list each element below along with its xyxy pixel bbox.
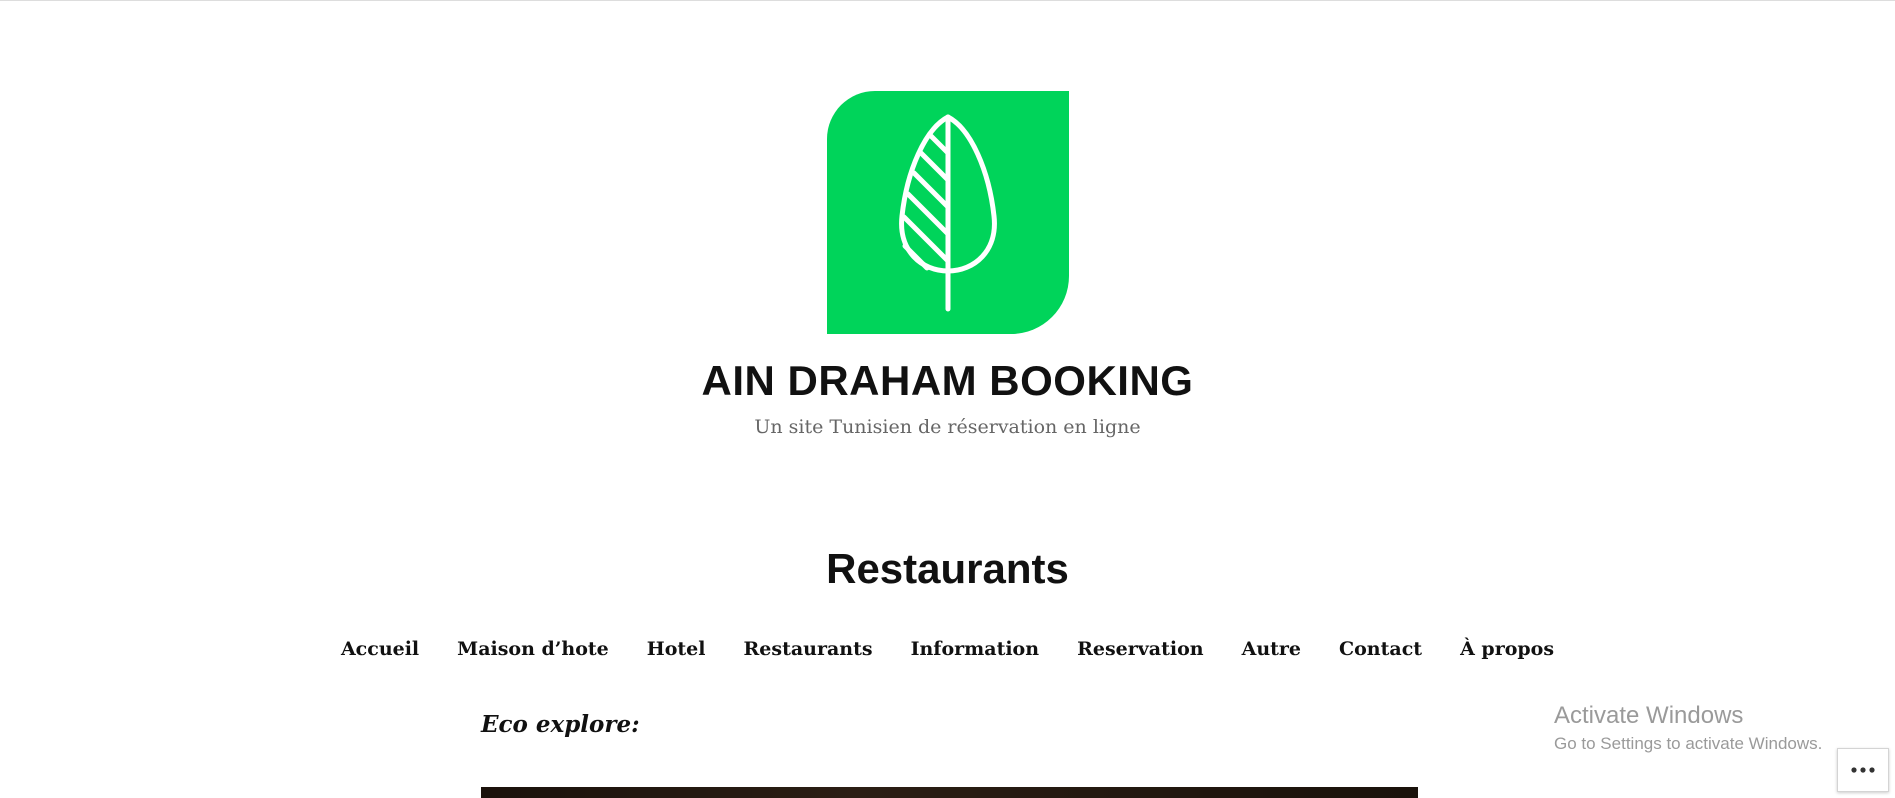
- nav-item-information[interactable]: Information: [911, 633, 1039, 665]
- windows-activation-watermark: Activate Windows Go to Settings to activ…: [1554, 700, 1822, 756]
- site-logo[interactable]: [827, 91, 1069, 334]
- site-tagline: Un site Tunisien de réservation en ligne: [754, 416, 1141, 438]
- nav-item-a-propos[interactable]: À propos: [1460, 633, 1554, 665]
- watermark-subtitle: Go to Settings to activate Windows.: [1554, 734, 1823, 753]
- nav-item-restaurants[interactable]: Restaurants: [744, 633, 873, 665]
- nav-item-hotel[interactable]: Hotel: [647, 633, 706, 665]
- watermark-title: Activate Windows: [1554, 702, 1744, 729]
- main-nav: Accueil Maison d’hote Hotel Restaurants …: [0, 633, 1895, 665]
- page-title: Restaurants: [826, 545, 1069, 592]
- nav-item-contact[interactable]: Contact: [1339, 633, 1422, 665]
- more-horizontal-icon: [1851, 767, 1875, 773]
- nav-item-autre[interactable]: Autre: [1242, 633, 1301, 665]
- top-border: [0, 0, 1895, 1]
- more-actions-button[interactable]: [1837, 748, 1889, 792]
- nav-item-accueil[interactable]: Accueil: [341, 633, 419, 665]
- content-image: [481, 787, 1418, 798]
- nav-item-reservation[interactable]: Reservation: [1077, 633, 1204, 665]
- content-heading: Eco explore:: [481, 711, 640, 738]
- site-title[interactable]: AIN DRAHAM BOOKING: [0, 352, 1895, 410]
- nav-item-maison-dhote[interactable]: Maison d’hote: [457, 633, 609, 665]
